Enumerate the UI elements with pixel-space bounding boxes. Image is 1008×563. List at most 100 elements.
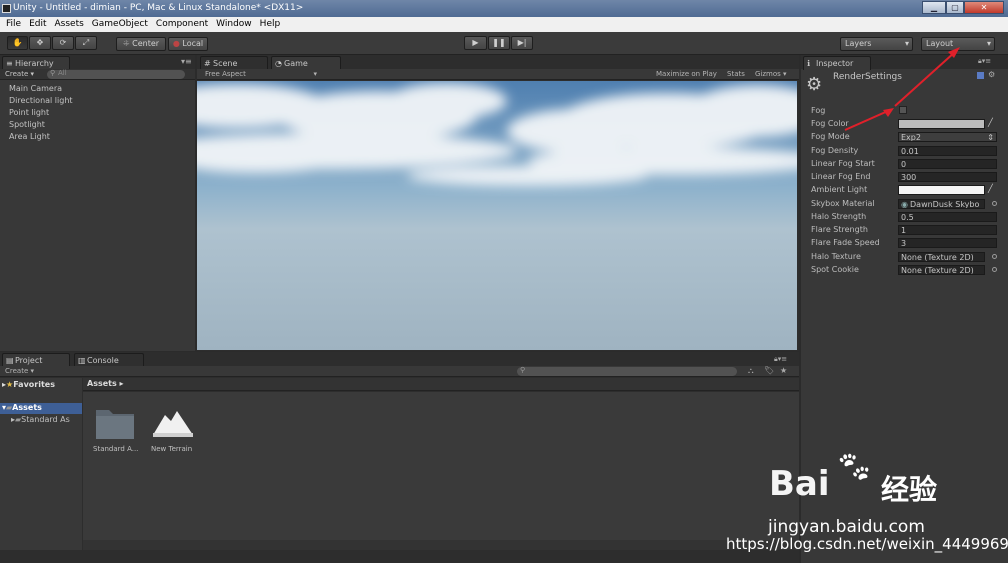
prop-label-linear-fog-end: Linear Fog End — [811, 172, 871, 181]
move-tool-button[interactable]: ✥ — [29, 36, 51, 50]
hierarchy-item-point-light[interactable]: Point light — [9, 108, 49, 118]
unity-app-icon — [2, 4, 11, 13]
asset-label: New Terrain — [151, 445, 193, 453]
object-picker-icon[interactable] — [992, 201, 997, 206]
maximize-on-play-toggle[interactable]: Maximize on Play — [656, 70, 717, 78]
menu-assets[interactable]: Assets — [53, 19, 86, 29]
project-search-input[interactable]: ⚲ — [517, 366, 737, 376]
window-titlebar: Unity - Untitled - dimian - PC, Mac & Li… — [0, 0, 1008, 17]
inspector-title: RenderSettings — [833, 72, 902, 82]
fog-density-field[interactable]: 0.01 — [898, 146, 997, 156]
pivot-local-button[interactable]: ● Local — [168, 37, 208, 51]
baidu-jingyan-watermark: Bai 🐾︎ 经验 — [737, 450, 1007, 510]
layout-dropdown[interactable]: Layout ▾ — [921, 37, 995, 51]
assets-breadcrumb-bar: Assets ▸ — [83, 378, 799, 391]
hierarchy-create-button[interactable]: Create ▾ — [5, 70, 34, 78]
hierarchy-panel: ≡ Hierarchy ▾≡ Create ▾ ⚲ All Main Camera… — [0, 55, 195, 351]
prop-label-ambient-light: Ambient Light — [811, 185, 868, 194]
chevron-updown-icon: ⇕ — [987, 133, 994, 142]
pause-button[interactable]: ❚❚ — [488, 36, 510, 50]
step-button[interactable]: ▶| — [511, 36, 533, 50]
close-button[interactable]: ✕ — [964, 1, 1004, 14]
aspect-label: Free Aspect — [205, 70, 246, 78]
settings-gear-icon[interactable]: ⚙ — [988, 70, 995, 79]
prop-label-flare-strength: Flare Strength — [811, 225, 868, 234]
assets-node[interactable]: ▾▰Assets — [2, 403, 42, 412]
hierarchy-search-input[interactable]: ⚲ All — [47, 69, 185, 79]
project-create-button[interactable]: Create ▾ — [5, 367, 34, 375]
tab-hierarchy[interactable]: ≡ Hierarchy — [2, 56, 70, 70]
hand-tool-button[interactable]: ✋ — [7, 36, 28, 50]
gizmos-dropdown[interactable]: Gizmos ▾ — [755, 70, 787, 78]
tab-console[interactable]: ▥ Console — [74, 353, 144, 367]
assets-label: Assets — [12, 403, 42, 412]
rotate-tool-button[interactable]: ⟳ — [52, 36, 74, 50]
main-toolbar: ✋ ✥ ⟳ ⤢ ⁜ Center ● Local ▶ ❚❚ ▶| Layers ▾… — [0, 32, 1008, 55]
hierarchy-item-directional-light[interactable]: Directional light — [9, 96, 73, 106]
menu-gameobject[interactable]: GameObject — [90, 19, 150, 29]
folder-icon — [96, 410, 134, 439]
filter-type-icon[interactable]: ⛬ — [748, 366, 754, 376]
favorite-star-icon[interactable]: ★ — [780, 366, 787, 375]
favorites-node[interactable]: ▸★Favorites — [2, 380, 55, 389]
hierarchy-item-spotlight[interactable]: Spotlight — [9, 120, 45, 130]
menu-help[interactable]: Help — [258, 19, 283, 29]
minimize-button[interactable]: ▁ — [922, 1, 946, 14]
ambient-light-color-field[interactable] — [898, 185, 985, 195]
maximize-button[interactable]: ▢ — [946, 1, 964, 14]
fog-checkbox[interactable] — [899, 106, 907, 114]
pause-icon: ❚❚ — [492, 38, 506, 47]
tab-game[interactable]: ◔ Game — [271, 56, 341, 70]
prop-label-fog-density: Fog Density — [811, 146, 859, 155]
tab-scene[interactable]: # Scene — [200, 56, 268, 70]
game-viewport[interactable] — [197, 81, 797, 350]
object-picker-icon[interactable] — [992, 254, 997, 259]
step-icon: ▶| — [517, 38, 527, 47]
hierarchy-item-area-light[interactable]: Area Light — [9, 132, 50, 142]
linear-fog-start-field[interactable]: 0 — [898, 159, 997, 169]
hierarchy-item-main-camera[interactable]: Main Camera — [9, 84, 62, 94]
stats-toggle[interactable]: Stats — [727, 70, 745, 78]
jingyan-site-watermark: jingyan.baidu.com — [768, 517, 925, 537]
scale-tool-button[interactable]: ⤢ — [75, 36, 97, 50]
asset-item-standard-assets[interactable]: Standard A... — [93, 405, 141, 461]
panel-menu-icon[interactable]: ▾≡ — [181, 57, 192, 66]
tab-project[interactable]: ▤ Project — [2, 353, 70, 367]
prop-label-skybox-material: Skybox Material — [811, 199, 875, 208]
menu-component[interactable]: Component — [154, 19, 210, 29]
menu-edit[interactable]: Edit — [27, 19, 48, 29]
baidu-suffix: 经验 — [881, 473, 938, 506]
breadcrumb[interactable]: Assets ▸ — [87, 379, 124, 388]
halo-texture-field[interactable]: None (Texture 2D) — [898, 252, 985, 262]
fog-color-field[interactable] — [898, 119, 985, 129]
pivot-center-button[interactable]: ⁜ Center — [116, 37, 166, 51]
fog-mode-dropdown[interactable]: Exp2 ⇕ — [898, 132, 997, 142]
help-icon[interactable] — [977, 72, 984, 79]
menu-file[interactable]: File — [4, 19, 23, 29]
assets-footer — [83, 540, 799, 550]
panel-menu-icon[interactable]: 🔒︎▾≡ — [774, 355, 787, 364]
object-picker-icon[interactable] — [992, 267, 997, 272]
prop-label-flare-fade-speed: Flare Fade Speed — [811, 238, 880, 247]
asset-item-new-terrain[interactable]: New Terrain — [151, 405, 199, 461]
layers-dropdown[interactable]: Layers ▾ — [840, 37, 913, 51]
tab-inspector[interactable]: ℹ Inspector — [803, 56, 871, 70]
eyedropper-icon[interactable]: ╱ — [988, 184, 993, 193]
standard-assets-node[interactable]: ▸▰Standard As — [11, 415, 70, 424]
flare-fade-speed-field[interactable]: 3 — [898, 238, 997, 248]
menu-window[interactable]: Window — [214, 19, 254, 29]
spot-cookie-field[interactable]: None (Texture 2D) — [898, 265, 985, 275]
lock-icon[interactable]: 🔒︎▾≡ — [978, 57, 991, 66]
filter-label-icon[interactable]: 🏷︎ — [764, 366, 774, 375]
eyedropper-icon[interactable]: ╱ — [988, 118, 993, 127]
layout-label: Layout — [926, 39, 954, 48]
flare-strength-field[interactable]: 1 — [898, 225, 997, 235]
halo-strength-field[interactable]: 0.5 — [898, 212, 997, 222]
skybox-material-field[interactable]: ◉ DawnDusk Skybo — [898, 199, 985, 209]
project-tree: ▸★Favorites ▾▰Assets ▸▰Standard As — [0, 378, 82, 550]
paw-icon: 🐾︎ — [835, 450, 874, 485]
aspect-dropdown[interactable]: Free Aspect ▾ — [205, 70, 317, 78]
linear-fog-end-field[interactable]: 300 — [898, 172, 997, 182]
play-button[interactable]: ▶ — [464, 36, 487, 50]
game-panel: # Scene ◔ Game Free Aspect ▾ Maximize on Pl… — [197, 55, 799, 351]
